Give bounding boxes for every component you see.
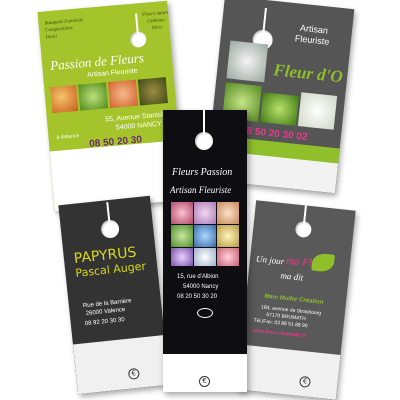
flower-photo (194, 202, 216, 224)
flower-photo (107, 79, 139, 109)
hang-slit (203, 110, 205, 134)
flower-photo (171, 225, 193, 247)
card-creator: Marc Muller Création (263, 293, 324, 306)
hang-slit (106, 202, 111, 223)
header-line: Déco (151, 25, 163, 32)
flower-photo (137, 77, 168, 106)
card-title-bottom: Fleuriste (294, 33, 330, 47)
card-city: 26000 Valence (85, 306, 126, 318)
card-phone: 08 20 50 30 20 (177, 294, 218, 300)
logo-icon (197, 308, 213, 318)
card-website: www.fleurs-brumath.fr (252, 327, 306, 340)
card-footer (72, 334, 170, 395)
flower-photo (50, 84, 79, 114)
card-city: 54000 NANCY (115, 120, 163, 132)
header-line: Compositions (44, 26, 73, 34)
leaf-icon (311, 252, 335, 273)
flower-photo (78, 82, 109, 111)
card-footer (236, 344, 341, 400)
header-line: Fleurs naturelles (142, 9, 177, 18)
card-logo: Fleur d'O (272, 60, 344, 87)
hang-hole (100, 219, 120, 239)
hang-slit (135, 13, 139, 34)
flower-photo (194, 248, 216, 266)
card-address: 15, rue d'Albion (177, 274, 219, 280)
flower-photo (194, 225, 216, 247)
flower-photo (217, 225, 239, 247)
card-title: Fleurs Passion (172, 167, 233, 178)
tag-un-jour-ma-fleur: Un jour ma Fleur ma dit Marc Muller Créa… (236, 200, 356, 400)
euro-icon: € (199, 376, 210, 387)
hang-hole (195, 132, 213, 150)
card-subtitle: Artisan Fleuriste (170, 185, 232, 195)
hang-slit (303, 205, 307, 224)
card-city: 54000 Nancy (183, 284, 219, 290)
flower-photo (217, 202, 239, 224)
title-part-1: Un jour (255, 253, 285, 267)
flower-photo (171, 248, 193, 266)
flower-photo (171, 202, 193, 224)
tag-fleurs-passion: Fleurs Passion Artisan Fleuriste 15, rue… (163, 110, 247, 392)
tag-papyrus: PAPYRUS Pascal Auger Rue de la Barrière … (58, 195, 170, 395)
flower-photo (226, 40, 269, 83)
distance-label: à distance (56, 132, 80, 141)
header-line: Cadeaux (146, 18, 165, 25)
flower-photo (217, 248, 239, 266)
header-line: Bouquets Fantaisie (44, 18, 84, 27)
card-phone: 08 92 20 30 30 (84, 317, 126, 328)
flower-photo (260, 92, 299, 126)
hang-slit (262, 7, 267, 33)
header-line: Deuil (45, 34, 58, 41)
flower-photo (297, 92, 338, 130)
title-part-3: ma dit (279, 270, 304, 283)
